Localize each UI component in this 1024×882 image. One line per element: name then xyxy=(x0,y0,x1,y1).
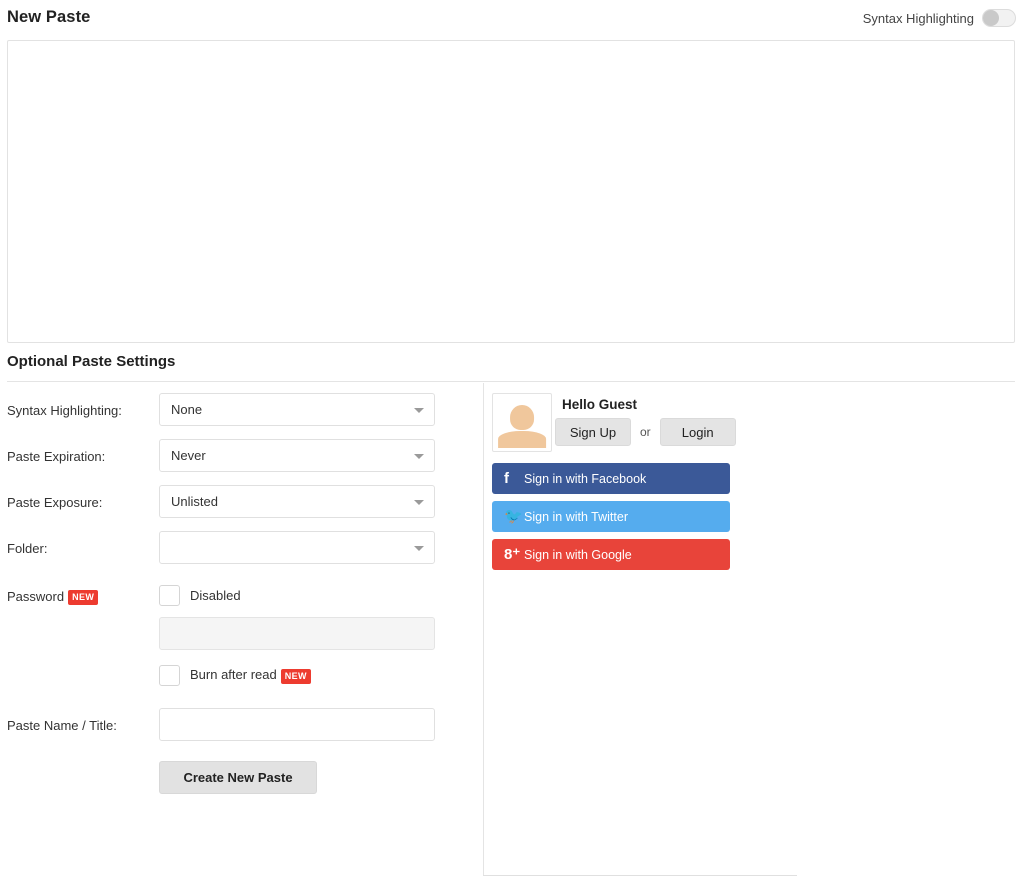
select-syntax-highlighting-value: None xyxy=(171,402,203,417)
label-paste-exposure: Paste Exposure: xyxy=(7,495,103,510)
sign-in-with-twitter-label: Sign in with Twitter xyxy=(524,509,628,524)
heading-divider xyxy=(7,381,1015,382)
user-panel: Hello Guest Sign Up or Login f Sign in w… xyxy=(492,393,792,570)
user-header: Hello Guest Sign Up or Login xyxy=(492,393,792,455)
row-submit: Create New Paste xyxy=(0,754,470,799)
sign-in-with-twitter-button[interactable]: 🐦 Sign in with Twitter xyxy=(492,501,730,532)
burn-after-read-checkbox-row[interactable]: Burn after read NEW xyxy=(159,665,311,686)
paste-name-input[interactable] xyxy=(159,708,435,741)
facebook-icon: f xyxy=(504,470,509,487)
chevron-down-icon xyxy=(414,454,424,459)
row-password: Password NEW Disabled Burn after read NEW xyxy=(0,577,470,708)
sign-in-with-google-button[interactable]: 8⁺ Sign in with Google xyxy=(492,539,730,570)
google-plus-icon: 8⁺ xyxy=(504,546,521,563)
label-folder: Folder: xyxy=(7,541,48,556)
select-folder[interactable] xyxy=(159,531,435,564)
optional-settings-heading: Optional Paste Settings xyxy=(7,353,176,370)
burn-after-read-text: Burn after read xyxy=(190,667,277,683)
syntax-highlighting-toggle[interactable] xyxy=(982,9,1016,27)
burn-after-read-label: Burn after read NEW xyxy=(190,667,311,684)
chevron-down-icon xyxy=(414,408,424,413)
avatar-head-shape xyxy=(510,405,534,430)
label-paste-expiration: Paste Expiration: xyxy=(7,449,106,464)
sign-in-with-facebook-button[interactable]: f Sign in with Facebook xyxy=(492,463,730,494)
social-login-list: f Sign in with Facebook 🐦 Sign in with T… xyxy=(492,463,730,577)
page-title: New Paste xyxy=(7,8,91,26)
row-syntax-highlighting: Syntax Highlighting: None xyxy=(0,393,470,439)
row-paste-name: Paste Name / Title: xyxy=(0,708,470,754)
avatar-silhouette-icon xyxy=(496,397,548,448)
toggle-knob xyxy=(983,10,999,26)
twitter-icon: 🐦 xyxy=(504,508,523,525)
page-header: New Paste Syntax Highlighting xyxy=(0,0,1024,40)
login-button[interactable]: Login xyxy=(659,418,736,446)
chevron-down-icon xyxy=(414,500,424,505)
label-syntax-highlighting: Syntax Highlighting: xyxy=(7,403,122,418)
row-folder: Folder: xyxy=(0,531,470,577)
auth-or-label: or xyxy=(640,425,651,439)
select-paste-expiration[interactable]: Never xyxy=(159,439,435,472)
label-password: Password NEW xyxy=(7,589,99,606)
bottom-divider xyxy=(483,875,797,876)
column-divider xyxy=(483,383,484,875)
user-greeting: Hello Guest xyxy=(562,397,638,412)
chevron-down-icon xyxy=(414,546,424,551)
password-disabled-label: Disabled xyxy=(190,588,241,603)
sign-in-with-facebook-label: Sign in with Facebook xyxy=(524,471,647,486)
avatar-body-shape xyxy=(498,430,546,448)
row-paste-expiration: Paste Expiration: Never xyxy=(0,439,470,485)
create-new-paste-button[interactable]: Create New Paste xyxy=(159,761,317,794)
select-paste-exposure[interactable]: Unlisted xyxy=(159,485,435,518)
password-disabled-checkbox-row[interactable]: Disabled xyxy=(159,585,241,606)
password-input[interactable] xyxy=(159,617,435,650)
burn-after-read-new-badge: NEW xyxy=(280,668,311,684)
paste-settings-form: Syntax Highlighting: None Paste Expirati… xyxy=(0,393,470,799)
burn-after-read-checkbox[interactable] xyxy=(159,665,180,686)
label-paste-name: Paste Name / Title: xyxy=(7,718,117,733)
avatar xyxy=(492,393,552,452)
paste-content-textarea[interactable] xyxy=(7,40,1015,343)
sign-up-button[interactable]: Sign Up xyxy=(555,418,631,446)
select-paste-exposure-value: Unlisted xyxy=(171,494,218,509)
password-new-badge: NEW xyxy=(68,590,99,606)
syntax-highlighting-toggle-group: Syntax Highlighting xyxy=(863,9,1016,27)
sign-in-with-google-label: Sign in with Google xyxy=(524,547,632,562)
row-paste-exposure: Paste Exposure: Unlisted xyxy=(0,485,470,531)
select-paste-expiration-value: Never xyxy=(171,448,206,463)
auth-buttons-row: Sign Up or Login xyxy=(555,418,736,446)
password-disabled-checkbox[interactable] xyxy=(159,585,180,606)
label-password-text: Password xyxy=(7,589,65,604)
select-syntax-highlighting[interactable]: None xyxy=(159,393,435,426)
syntax-highlighting-toggle-label: Syntax Highlighting xyxy=(862,10,974,26)
